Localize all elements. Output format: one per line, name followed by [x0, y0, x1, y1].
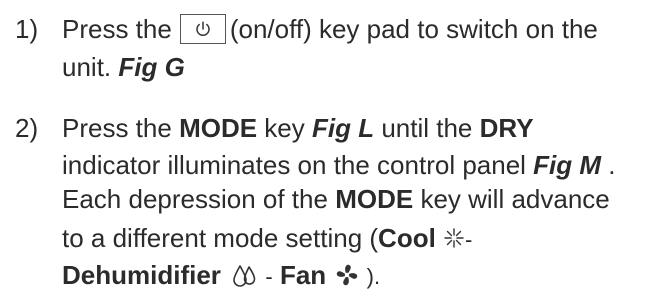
step-2-press-the: Press the: [62, 113, 172, 143]
fan-icon: [337, 264, 358, 285]
dehumidifier-label: Dehumidifier: [62, 260, 221, 290]
step-1-number: 1): [15, 14, 39, 44]
fan-label: Fan: [279, 260, 327, 290]
period-text: .: [608, 150, 616, 180]
dash-after-cool: -: [465, 227, 473, 252]
water-drops-icon: [233, 264, 256, 287]
step-1-unit-text: unit.: [62, 52, 112, 82]
fig-l-reference: Fig L: [312, 113, 375, 143]
each-depression-text: Each depression of the: [62, 184, 328, 214]
until-the-text: until the: [381, 113, 473, 143]
dry-label: DRY: [479, 113, 534, 143]
step-1-key-desc: (on/off) key pad to switch on the: [229, 14, 598, 44]
fig-g-reference: Fig G: [118, 52, 185, 82]
instructions-document: 1) Press the (on/off) key pad to switch o…: [0, 0, 670, 298]
cool-label: Cool: [378, 223, 436, 253]
step-2-number: 2): [15, 113, 39, 143]
snowflake-icon: [444, 227, 464, 248]
power-icon: [196, 21, 210, 37]
indicator-text: indicator illuminates on the control pan…: [62, 150, 526, 180]
mode-key-label-2: MODE: [335, 184, 414, 214]
will-advance-text: key will advance: [420, 184, 610, 214]
different-mode-text: to a different mode setting (: [62, 223, 379, 253]
closing-paren: ).: [366, 264, 381, 289]
key-word: key: [264, 113, 305, 143]
dash-after-dehumidifier: -: [265, 264, 273, 289]
on-off-keypad: [179, 14, 226, 45]
mode-key-label: MODE: [179, 113, 258, 143]
step-1-press-the: Press the: [62, 14, 172, 44]
fig-m-reference: Fig M: [533, 150, 602, 180]
